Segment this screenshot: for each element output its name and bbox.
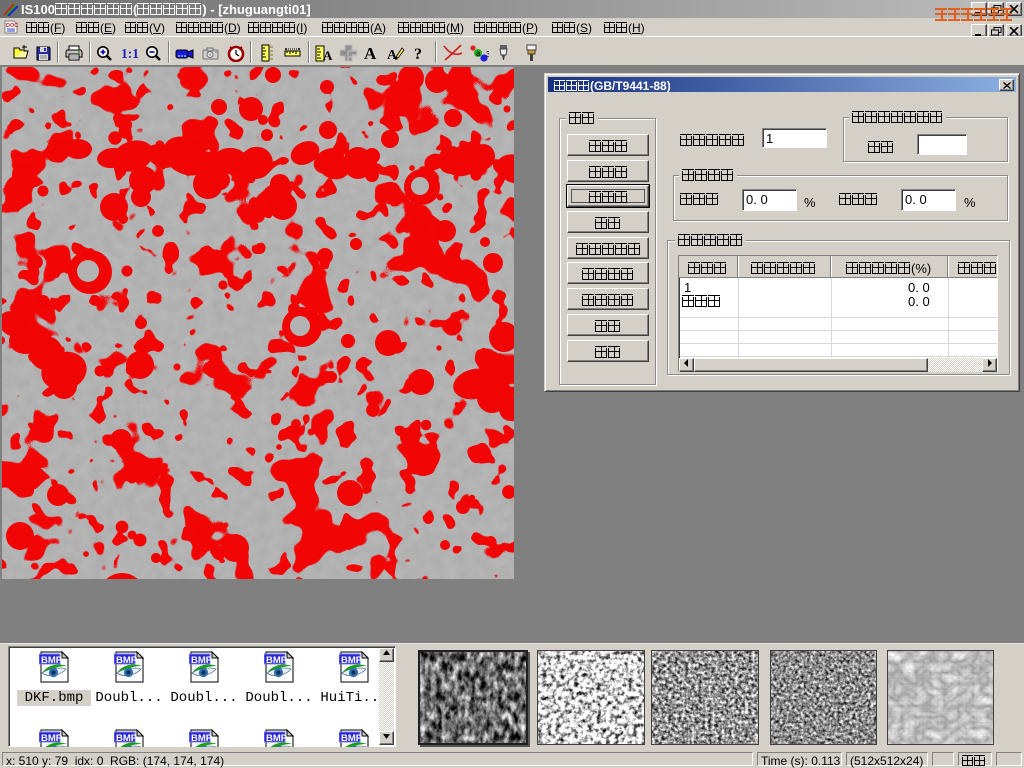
svg-text:1:1: 1:1	[121, 46, 139, 60]
svg-text:?: ?	[414, 46, 422, 62]
svg-text:A: A	[364, 45, 377, 61]
svg-text:a: a	[476, 49, 481, 58]
svg-text:DOC: DOC	[6, 23, 18, 29]
svg-text:A: A	[323, 48, 333, 62]
svg-text:3: 3	[486, 50, 489, 59]
